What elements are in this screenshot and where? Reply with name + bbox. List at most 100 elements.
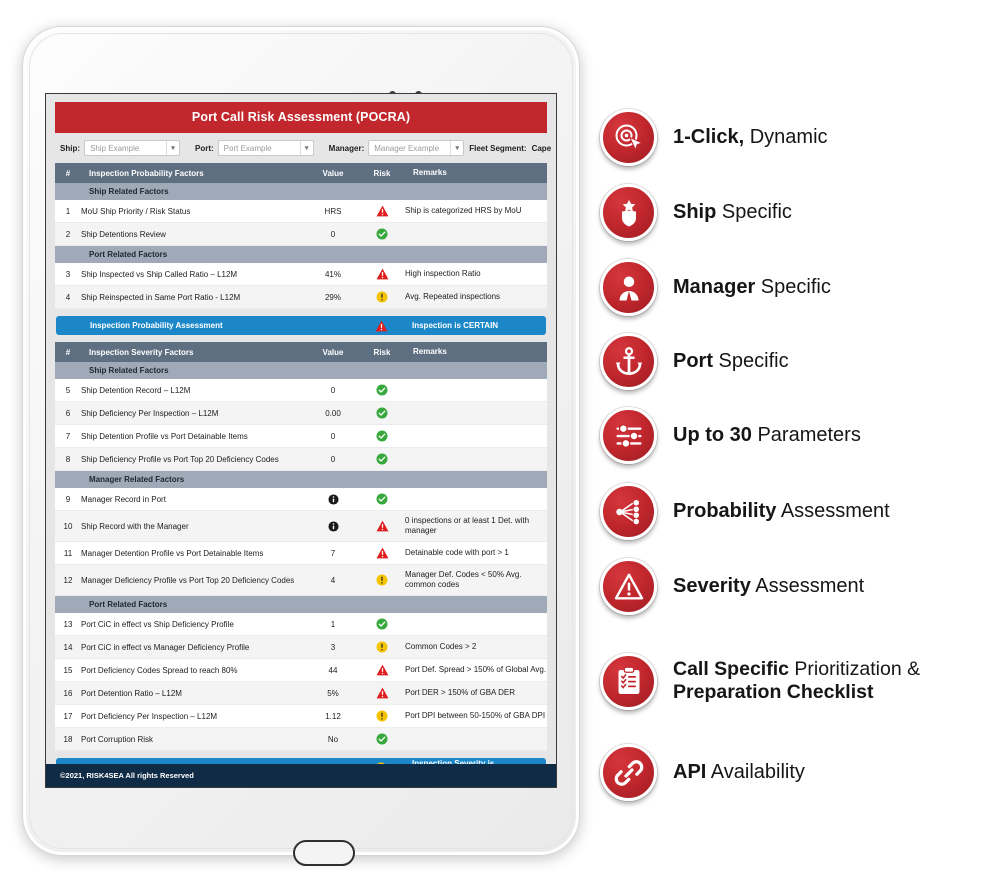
table-row[interactable]: 8 Ship Deficiency Profile vs Port Top 20 … <box>55 447 547 471</box>
table-row[interactable]: 12 Manager Deficiency Profile vs Port Top… <box>55 564 547 596</box>
row-risk <box>359 613 405 636</box>
feature-item[interactable]: Up to 30 Parameters <box>600 396 996 475</box>
manager-select[interactable]: Manager Example ▾ <box>368 140 465 156</box>
row-value: 4 <box>307 564 359 596</box>
col-header-risk: Risk <box>359 163 405 183</box>
group-title: Ship Related Factors <box>81 183 547 200</box>
table-header-row: # Inspection Severity Factors Value Risk Rem… <box>55 342 547 362</box>
table-row[interactable]: 7 Ship Detention Profile vs Port Detainab… <box>55 424 547 448</box>
row-risk <box>359 379 405 402</box>
group-title: Port Related Factors <box>81 245 547 263</box>
row-remarks <box>405 222 547 246</box>
row-value: 0 <box>307 447 359 471</box>
table-row[interactable]: 5 Ship Detention Record – L12M 0 <box>55 379 547 402</box>
group-spacer <box>55 595 81 613</box>
feature-item[interactable]: Port Specific <box>600 322 996 401</box>
row-number: 8 <box>55 447 81 471</box>
table-row[interactable]: 18 Port Corruption Risk No <box>55 727 547 751</box>
warning-triangle-icon <box>376 687 389 699</box>
group-title: Ship Related Factors <box>81 362 547 379</box>
share-network-icon <box>600 483 657 540</box>
row-factor: Manager Deficiency Profile vs Port Top 2… <box>81 564 307 596</box>
exclamation-circle-icon <box>376 710 388 722</box>
table-row[interactable]: 3 Ship Inspected vs Ship Called Ratio – L… <box>55 263 547 286</box>
checklist-clipboard-icon <box>600 652 657 710</box>
feature-subtitle: Specific <box>755 275 831 298</box>
feature-item[interactable]: Severity Assessment <box>600 547 996 626</box>
feature-item[interactable]: Ship Specific <box>600 173 996 252</box>
feature-subtitle: Dynamic <box>744 125 828 148</box>
table-row[interactable]: 16 Port Detention Ratio – L12M 5% Port DER … <box>55 681 547 705</box>
table-row[interactable]: 2 Ship Detentions Review 0 <box>55 222 547 246</box>
feature-title: Up to 30 <box>673 423 752 446</box>
row-remarks: Port DPI between 50-150% of GBA DPI <box>405 704 547 728</box>
ship-select[interactable]: Ship Example ▾ <box>84 140 180 156</box>
feature-title: Manager <box>673 275 756 298</box>
table-row[interactable]: 4 Ship Reinspected in Same Port Ratio - L… <box>55 285 547 309</box>
feature-title-2: Preparation Checklist <box>673 681 874 703</box>
warning-triangle-icon <box>376 547 389 559</box>
feature-title: Call Specific <box>673 658 789 680</box>
table-row[interactable]: 1 MoU Ship Priority / Risk Status HRS Ship … <box>55 200 547 223</box>
row-risk <box>359 681 405 705</box>
row-factor: Manager Detention Profile vs Port Detain… <box>81 541 307 565</box>
row-remarks: 0 inspections or at least 1 Det. with ma… <box>405 510 547 542</box>
col-header-value: Value <box>307 342 359 362</box>
feature-label: Ship Specific <box>673 201 792 225</box>
feature-subtitle: Parameters <box>751 423 861 446</box>
feature-item[interactable]: Call Specific Prioritization & Preparatio… <box>600 633 996 729</box>
row-value: 0 <box>307 379 359 402</box>
feature-item[interactable]: 1-Click, Dynamic <box>600 98 996 177</box>
home-button[interactable] <box>293 840 355 866</box>
feature-label: Call Specific Prioritization & Preparatio… <box>673 658 920 704</box>
feature-label: API Availability <box>673 761 805 785</box>
warning-triangle-icon <box>376 205 389 217</box>
feature-item[interactable]: Manager Specific <box>600 248 996 327</box>
table-row[interactable]: 9 Manager Record in Port <box>55 488 547 511</box>
check-circle-icon <box>376 228 388 240</box>
table-row[interactable]: 6 Ship Deficiency Per Inspection – L12M 0.… <box>55 401 547 425</box>
probability-assessment-icon <box>358 320 404 332</box>
group-spacer <box>55 183 81 200</box>
row-risk <box>359 447 405 471</box>
port-select[interactable]: Port Example ▾ <box>217 140 314 156</box>
table-row[interactable]: 15 Port Deficiency Codes Spread to reach … <box>55 658 547 682</box>
warning-triangle-icon <box>376 520 389 532</box>
row-remarks <box>405 727 547 751</box>
copyright-bar: ©2021, RISK4SEA All rights Reserved <box>46 764 556 787</box>
row-factor: Port Deficiency Codes Spread to reach 80… <box>81 658 307 682</box>
row-number: 6 <box>55 401 81 425</box>
col-header-risk: Risk <box>359 342 405 362</box>
row-risk <box>359 285 405 309</box>
check-circle-icon <box>376 384 388 396</box>
row-remarks: Port DER > 150% of GBA DER <box>405 681 547 705</box>
feature-subtitle: Assessment <box>750 574 865 597</box>
col-header-factor: Inspection Severity Factors <box>81 342 307 362</box>
link-chain-icon <box>600 744 657 801</box>
table-row[interactable]: 11 Manager Detention Profile vs Port Deta… <box>55 541 547 565</box>
table-row[interactable]: 14 Port CiC in effect vs Manager Deficien… <box>55 635 547 659</box>
feature-item[interactable]: Probability Assessment <box>600 472 996 551</box>
row-number: 16 <box>55 681 81 705</box>
row-value: 1.12 <box>307 704 359 728</box>
feature-label: 1-Click, Dynamic <box>673 126 828 150</box>
row-number: 1 <box>55 200 81 223</box>
ship-filter: Ship: Ship Example ▾ <box>60 140 180 156</box>
row-remarks: Common Codes > 2 <box>405 635 547 659</box>
table-row[interactable]: 13 Port CiC in effect vs Ship Deficiency … <box>55 613 547 636</box>
feature-label: Up to 30 Parameters <box>673 424 861 448</box>
row-number: 10 <box>55 510 81 542</box>
warning-triangle-icon <box>375 320 388 332</box>
feature-title: Probability <box>673 499 777 522</box>
manager-filter: Manager: Manager Example ▾ <box>329 140 465 156</box>
exclamation-circle-icon <box>376 641 388 653</box>
poster-root: Port Call Risk Assessment (POCRA) Ship: … <box>0 0 1000 882</box>
table-row[interactable]: 17 Port Deficiency Per Inspection – L12M 1… <box>55 704 547 728</box>
row-factor: Ship Reinspected in Same Port Ratio - L1… <box>81 285 307 309</box>
feature-item[interactable]: API Availability <box>600 733 996 812</box>
row-value: 29% <box>307 285 359 309</box>
warning-triangle-icon <box>600 558 657 615</box>
feature-title: API <box>673 760 707 783</box>
probability-table: # Inspection Probability Factors Value Risk… <box>55 163 547 309</box>
table-row[interactable]: 10 Ship Record with the Manager 0 inspecti… <box>55 510 547 542</box>
